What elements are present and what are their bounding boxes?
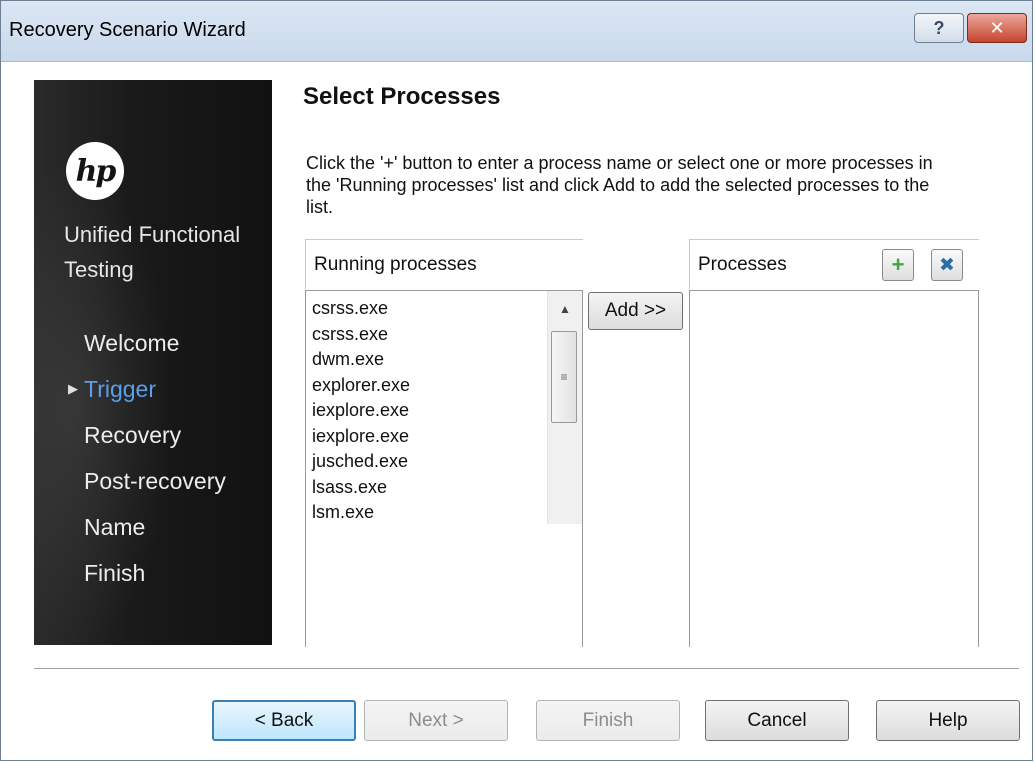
running-processes-list[interactable]: csrss.exe csrss.exe dwm.exe explorer.exe…: [305, 290, 583, 647]
add-button-label: Add >>: [604, 300, 667, 321]
sidebar-item-label: Trigger: [84, 376, 156, 402]
add-process-button[interactable]: +: [882, 249, 914, 281]
question-mark-icon: ?: [933, 17, 945, 38]
sidebar-item-label: Name: [84, 514, 146, 540]
list-item[interactable]: explorer.exe: [306, 373, 582, 399]
processes-list[interactable]: [689, 290, 979, 647]
wizard-window: Recovery Scenario Wizard ? ✕ hp Unified …: [0, 0, 1033, 761]
sidebar-item-name: Name: [34, 504, 272, 550]
sidebar-item-label: Recovery: [84, 422, 182, 448]
help-button[interactable]: Help: [876, 700, 1020, 741]
sidebar-item-trigger: ▶ Trigger: [34, 366, 272, 412]
delete-x-icon: ✖: [939, 254, 955, 276]
hp-logo-text: hp: [75, 153, 117, 189]
add-processes-button[interactable]: Add >>: [588, 292, 683, 330]
running-processes-scrollbar[interactable]: ▲ ≡: [547, 291, 582, 524]
list-item[interactable]: dwm.exe: [306, 347, 582, 373]
sidebar-item-post-recovery: Post-recovery: [34, 458, 272, 504]
wizard-sidebar: hp Unified Functional Testing Welcome ▶ T…: [34, 80, 272, 645]
close-icon: ✕: [989, 17, 1005, 38]
current-step-arrow-icon: ▶: [68, 381, 78, 396]
list-item[interactable]: iexplore.exe: [306, 424, 582, 450]
sidebar-item-label: Finish: [84, 560, 146, 586]
close-window-button[interactable]: ✕: [967, 13, 1027, 43]
sidebar-item-welcome: Welcome: [34, 320, 272, 366]
list-item[interactable]: iexplore.exe: [306, 398, 582, 424]
sidebar-item-label: Post-recovery: [84, 468, 226, 494]
wizard-steps-nav: Welcome ▶ Trigger Recovery Post-recovery …: [34, 320, 272, 596]
list-item[interactable]: csrss.exe: [306, 296, 582, 322]
product-name: Unified Functional Testing: [64, 222, 241, 282]
finish-button[interactable]: Finish: [536, 700, 680, 741]
page-title: Select Processes: [303, 83, 501, 110]
list-item[interactable]: lsass.exe: [306, 475, 582, 501]
list-item[interactable]: csrss.exe: [306, 322, 582, 348]
wizard-content: hp Unified Functional Testing Welcome ▶ T…: [1, 62, 1032, 760]
instructions-text: Click the '+' button to enter a process …: [306, 153, 933, 217]
finish-button-label: Finish: [582, 709, 634, 731]
scroll-up-arrow-icon[interactable]: ▲: [548, 291, 582, 327]
scroll-thumb[interactable]: ≡: [551, 331, 577, 423]
help-button-label: Help: [928, 709, 968, 731]
processes-label: Processes: [698, 254, 787, 275]
next-button[interactable]: Next >: [364, 700, 508, 741]
next-button-label: Next >: [408, 709, 464, 731]
running-processes-items: csrss.exe csrss.exe dwm.exe explorer.exe…: [306, 291, 582, 526]
remove-process-button[interactable]: ✖: [931, 249, 963, 281]
help-title-button[interactable]: ?: [914, 13, 964, 43]
cancel-button[interactable]: Cancel: [705, 700, 849, 741]
title-bar[interactable]: Recovery Scenario Wizard ? ✕: [1, 1, 1032, 62]
footer-separator: [34, 668, 1019, 670]
back-button[interactable]: < Back: [212, 700, 356, 741]
window-title: Recovery Scenario Wizard: [9, 19, 246, 41]
plus-icon: +: [891, 252, 905, 277]
sidebar-item-label: Welcome: [84, 330, 180, 356]
sidebar-item-finish: Finish: [34, 550, 272, 596]
running-processes-label: Running processes: [314, 254, 477, 275]
running-processes-header: Running processes: [305, 239, 583, 289]
list-item[interactable]: lsm.exe: [306, 500, 582, 526]
sidebar-item-recovery: Recovery: [34, 412, 272, 458]
list-item[interactable]: jusched.exe: [306, 449, 582, 475]
back-button-label: < Back: [254, 709, 314, 731]
cancel-button-label: Cancel: [747, 709, 807, 731]
hp-logo: hp: [66, 142, 124, 200]
